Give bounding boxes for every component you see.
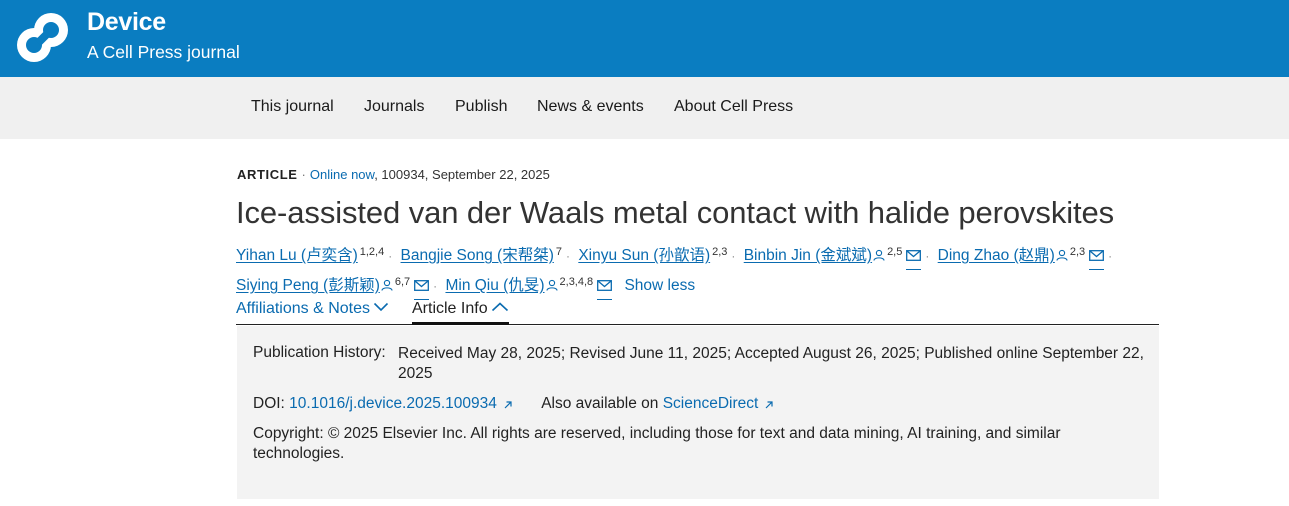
author-link[interactable]: Ding Zhao (赵鼎) bbox=[938, 247, 1055, 264]
chevron-down-icon bbox=[373, 299, 389, 317]
nav-about-cell-press[interactable]: About Cell Press bbox=[674, 98, 793, 116]
tab-article-info[interactable]: Article Info bbox=[412, 299, 509, 325]
show-less-button[interactable]: Show less bbox=[624, 277, 695, 294]
article-meta: ARTICLE · Online now, 100934, September 22… bbox=[237, 167, 550, 182]
tab-label: Affiliations & Notes bbox=[236, 300, 370, 317]
author-affiliations: 2,3 bbox=[712, 246, 728, 258]
copyright-text: Copyright: © 2025 Elsevier Inc. All righ… bbox=[253, 425, 1061, 462]
nav-publish[interactable]: Publish bbox=[455, 98, 507, 116]
author-link[interactable]: Min Qiu (仇旻) bbox=[445, 277, 544, 294]
author-affiliations: 7 bbox=[555, 246, 562, 258]
author-separator: · bbox=[731, 249, 736, 263]
nav-journals[interactable]: Journals bbox=[364, 98, 424, 116]
email-icon[interactable] bbox=[906, 245, 922, 270]
author-affiliations: 6,7 bbox=[394, 276, 411, 288]
meta-separator: · bbox=[301, 167, 306, 182]
site-header: Device A Cell Press journal bbox=[0, 0, 1289, 77]
online-now-link[interactable]: Online now bbox=[310, 167, 374, 182]
nav-news-events[interactable]: News & events bbox=[537, 98, 644, 116]
publication-history-value: Received May 28, 2025; Revised June 11, … bbox=[398, 345, 1144, 382]
person-icon bbox=[381, 275, 393, 299]
external-link-icon bbox=[764, 396, 774, 416]
also-available-label: Also available on bbox=[541, 395, 663, 412]
chevron-up-icon bbox=[491, 299, 509, 317]
article-tabs: Affiliations & Notes Article Info bbox=[236, 298, 1159, 325]
author-affiliations: 2,3 bbox=[1069, 246, 1086, 258]
sciencedirect-link[interactable]: ScienceDirect bbox=[663, 395, 759, 412]
author-separator: · bbox=[1108, 249, 1113, 263]
email-icon[interactable] bbox=[1089, 245, 1105, 270]
author-separator: · bbox=[925, 249, 930, 263]
publication-history-label: Publication History: bbox=[253, 344, 386, 361]
author-affiliations: 1,2,4 bbox=[359, 246, 385, 258]
person-icon bbox=[545, 275, 558, 299]
article-id-date: , 100934, September 22, 2025 bbox=[374, 167, 550, 182]
person-icon bbox=[873, 245, 885, 269]
author-list: Yihan Lu (卢奕含) 1,2,4 · Bangjie Song (宋帮桀) 7… bbox=[236, 240, 1156, 300]
tab-label: Article Info bbox=[412, 300, 488, 317]
article-info-panel: Publication History: Received May 28, 20… bbox=[237, 326, 1159, 499]
doi-label: DOI: bbox=[253, 395, 290, 412]
author-affiliations: 2,3,4,8 bbox=[559, 276, 594, 288]
journal-name[interactable]: Device bbox=[87, 8, 166, 37]
article-type: ARTICLE bbox=[237, 167, 298, 182]
author-separator: · bbox=[433, 279, 438, 293]
author-link[interactable]: Binbin Jin (金斌斌) bbox=[744, 247, 872, 264]
main-nav: This journal Journals Publish News & eve… bbox=[0, 77, 1289, 139]
author-separator: · bbox=[566, 249, 570, 263]
author-link[interactable]: Xinyu Sun (孙歆语) bbox=[578, 247, 710, 264]
doi-link[interactable]: 10.1016/j.device.2025.100934 bbox=[289, 395, 497, 412]
author-link[interactable]: Bangjie Song (宋帮桀) bbox=[401, 247, 554, 264]
external-link-icon bbox=[503, 396, 513, 416]
doi-row: DOI: 10.1016/j.device.2025.100934 Also a… bbox=[253, 394, 774, 416]
cell-press-logo-icon[interactable] bbox=[14, 10, 72, 65]
author-link[interactable]: Siying Peng (彭斯颖) bbox=[236, 277, 380, 294]
email-icon[interactable] bbox=[414, 275, 430, 300]
author-affiliations: 2,5 bbox=[887, 246, 903, 258]
author-separator: · bbox=[388, 249, 393, 263]
journal-tagline: A Cell Press journal bbox=[87, 42, 240, 62]
article-title: Ice-assisted van der Waals metal contact… bbox=[236, 195, 1115, 230]
person-icon bbox=[1056, 245, 1068, 269]
nav-this-journal[interactable]: This journal bbox=[251, 98, 334, 116]
tab-affiliations-notes[interactable]: Affiliations & Notes bbox=[236, 299, 389, 318]
email-icon[interactable] bbox=[597, 275, 613, 300]
author-link[interactable]: Yihan Lu (卢奕含) bbox=[236, 247, 358, 264]
